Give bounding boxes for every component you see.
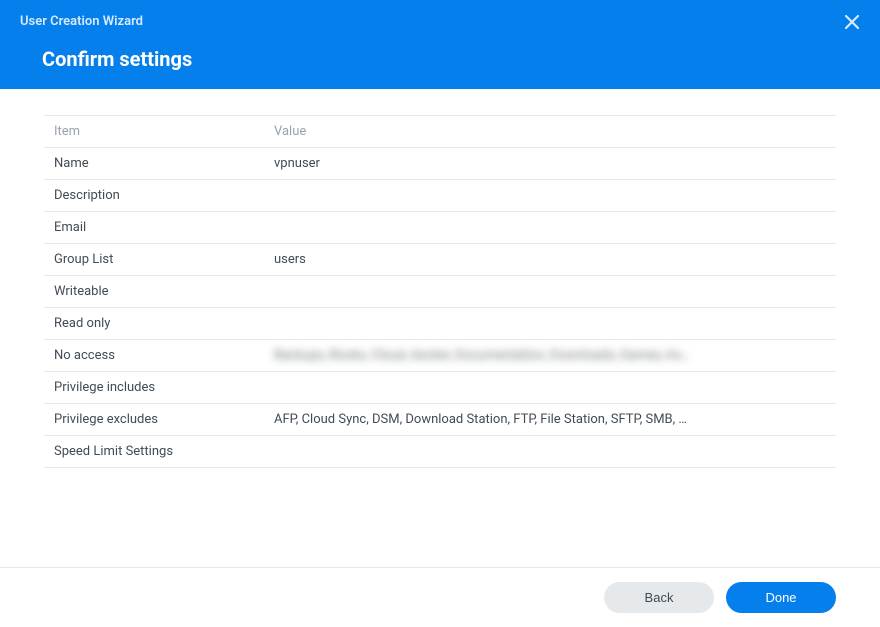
row-spacer [816,372,836,404]
row-spacer [816,340,836,372]
column-header-item: Item [44,116,264,148]
row-item-value [264,276,816,308]
row-item-value: vpnuser [264,148,816,180]
row-item-label: Privilege excludes [44,404,264,436]
table-row: No accessBackups, Books, Cloud, docker, … [44,340,836,372]
close-button[interactable] [842,12,862,32]
row-item-label: Speed Limit Settings [44,436,264,468]
row-item-value: AFP, Cloud Sync, DSM, Download Station, … [264,404,816,436]
table-header-row: Item Value [44,116,836,148]
wizard-footer: Back Done [0,567,880,627]
table-row: Speed Limit Settings [44,436,836,468]
close-icon [845,15,859,29]
row-item-label: Writeable [44,276,264,308]
done-button[interactable]: Done [726,582,836,613]
row-item-label: Email [44,212,264,244]
table-row: Group Listusers [44,244,836,276]
row-item-value: Backups, Books, Cloud, docker, Documenta… [264,340,816,372]
row-item-value: users [264,244,816,276]
row-item-value [264,212,816,244]
row-item-value [264,436,816,468]
row-item-label: Privilege includes [44,372,264,404]
table-row: Writeable [44,276,836,308]
row-item-label: Read only [44,308,264,340]
row-spacer [816,180,836,212]
column-header-value: Value [264,116,816,148]
table-row: Description [44,180,836,212]
row-spacer [816,244,836,276]
row-spacer [816,148,836,180]
row-item-label: Description [44,180,264,212]
wizard-step-title: Confirm settings [42,47,860,71]
table-row: Read only [44,308,836,340]
row-spacer [816,276,836,308]
row-spacer [816,212,836,244]
row-item-value [264,372,816,404]
row-spacer [816,404,836,436]
table-row: Privilege excludesAFP, Cloud Sync, DSM, … [44,404,836,436]
table-row: Namevpnuser [44,148,836,180]
row-item-label: No access [44,340,264,372]
row-spacer [816,308,836,340]
table-row: Privilege includes [44,372,836,404]
wizard-title: User Creation Wizard [20,14,860,29]
column-header-spacer [816,116,836,148]
row-item-label: Name [44,148,264,180]
settings-table: Item Value NamevpnuserDescriptionEmailGr… [44,115,836,468]
row-item-label: Group List [44,244,264,276]
back-button[interactable]: Back [604,582,714,613]
row-item-value [264,308,816,340]
row-spacer [816,436,836,468]
wizard-content: Item Value NamevpnuserDescriptionEmailGr… [0,89,880,567]
wizard-header: User Creation Wizard Confirm settings [0,0,880,89]
table-row: Email [44,212,836,244]
row-item-value [264,180,816,212]
